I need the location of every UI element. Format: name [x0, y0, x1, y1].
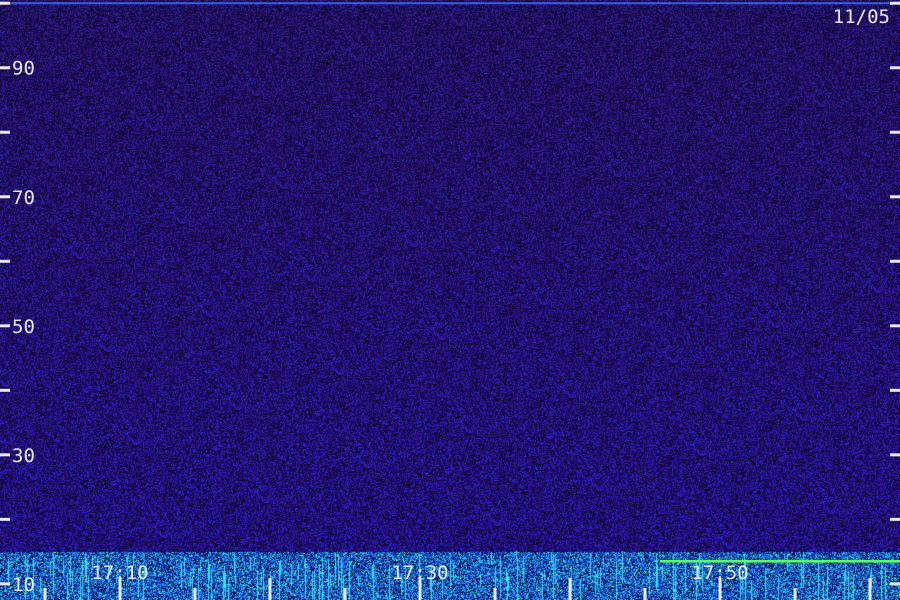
x-tick-label-1710: 17:10 — [91, 562, 148, 584]
y-tick-label-30: 30 — [12, 445, 35, 467]
spectrogram-plot: 10 30 50 70 90 17:10 17:30 17:50 11/05 — [0, 0, 900, 600]
y-tick-label-90: 90 — [12, 58, 35, 80]
x-tick-label-1730: 17:30 — [391, 562, 448, 584]
spectrogram-chart: 10 30 50 70 90 17:10 17:30 17:50 11/05 — [0, 0, 900, 600]
date-label: 11/05 — [833, 6, 890, 28]
x-tick-label-1750: 17:50 — [691, 562, 748, 584]
y-tick-label-10: 10 — [12, 574, 35, 596]
y-tick-label-70: 70 — [12, 187, 35, 209]
noise-texture — [0, 0, 900, 600]
y-tick-label-50: 50 — [12, 316, 35, 338]
